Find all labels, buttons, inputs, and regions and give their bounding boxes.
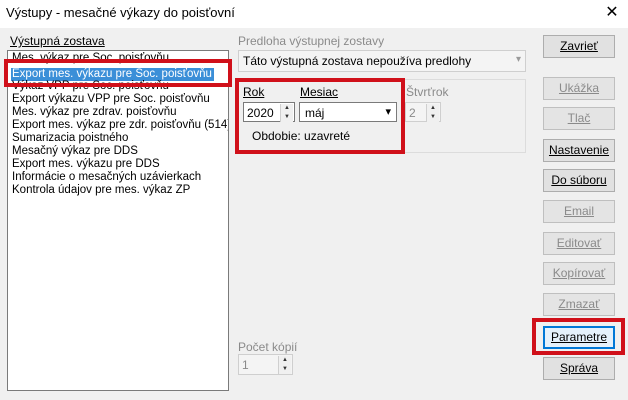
year-label-text: Rok — [243, 85, 265, 99]
report-listbox[interactable]: Mes. výkaz pre Soc. poisťovňu Export mes… — [7, 50, 229, 391]
report-list-label: Výstupná zostava — [10, 34, 105, 48]
spin-up-icon: ▲ — [430, 105, 436, 111]
copies-value: 1 — [242, 358, 249, 372]
spin-up-icon[interactable]: ▲ — [281, 104, 293, 113]
list-item[interactable]: Kontrola údajov pre mes. výkaz ZP — [12, 184, 190, 197]
delete-button: Zmazať — [543, 293, 615, 316]
manage-button[interactable]: Správa — [543, 357, 615, 380]
edit-button: Editovať — [543, 232, 615, 255]
print-button-label: Tlač — [567, 111, 591, 125]
month-label-text: Mesiac — [300, 85, 339, 99]
email-button: Email — [543, 200, 615, 223]
close-button[interactable]: Zavrieť — [543, 35, 615, 58]
manage-button-label: Správa — [559, 361, 599, 375]
quarter-value: 2 — [409, 106, 416, 120]
print-button: Tlač — [543, 107, 615, 130]
preview-button-label: Ukážka — [558, 81, 599, 95]
list-item[interactable]: Mes. výkaz pre zdrav. poisťovňu — [12, 106, 177, 119]
year-value: 2020 — [247, 106, 274, 120]
quarter-label: Štvrťrok — [406, 85, 449, 99]
month-label: Mesiac — [300, 85, 338, 99]
chevron-down-icon: ▾ — [515, 54, 521, 65]
to-file-button[interactable]: Do súboru — [543, 169, 615, 192]
list-item[interactable]: Export mes. výkaz pre zdr. poisťovňu (51… — [12, 119, 228, 132]
settings-button[interactable]: Nastavenie — [543, 139, 615, 162]
year-stepper[interactable]: 2020 ▲ ▼ — [243, 102, 295, 122]
period-status: Obdobie: uzavreté — [252, 129, 351, 143]
list-item[interactable]: Mes. výkaz pre Soc. poisťovňu — [12, 52, 169, 65]
copies-stepper: 1 ▲ ▼ — [238, 354, 293, 375]
parameters-button[interactable]: Parametre — [543, 326, 615, 349]
month-select[interactable]: máj ▾ — [299, 102, 397, 122]
report-list-label-text: Výstupná zostava — [10, 34, 105, 48]
list-item[interactable]: Mesačný výkaz pre DDS — [12, 145, 138, 158]
list-item[interactable]: Informácie o mesačných uzávierkach — [12, 171, 201, 184]
copies-spin-buttons: ▲ ▼ — [278, 356, 291, 374]
parameters-button-label: Parametre — [550, 330, 608, 344]
template-value: Táto výstupná zostava nepoužíva predlohy — [243, 54, 472, 68]
copy-button: Kopírovať — [543, 262, 615, 285]
chevron-down-icon[interactable]: ▾ — [385, 105, 391, 118]
list-item[interactable]: Sumarizacia poistného — [12, 132, 128, 145]
template-label: Predloha výstupnej zostavy — [238, 34, 385, 48]
to-file-button-label: Do súboru — [551, 173, 607, 187]
copy-button-label: Kopírovať — [552, 266, 606, 280]
delete-button-label: Zmazať — [558, 297, 600, 311]
template-select: Táto výstupná zostava nepoužíva predlohy… — [238, 50, 526, 72]
month-value: máj — [305, 106, 325, 120]
edit-button-label: Editovať — [556, 236, 602, 250]
preview-button: Ukážka — [543, 77, 615, 100]
list-item[interactable]: Export výkazu VPP pre Soc. poisťovňu — [12, 93, 210, 106]
settings-button-label: Nastavenie — [548, 143, 610, 157]
year-label: Rok — [243, 85, 264, 99]
quarter-stepper: 2 ▲ ▼ — [405, 102, 441, 122]
close-icon[interactable]: ✕ — [598, 2, 626, 26]
quarter-spin-buttons: ▲ ▼ — [426, 104, 439, 122]
spin-up-icon: ▲ — [282, 357, 288, 363]
spin-down-icon: ▼ — [430, 114, 436, 120]
copies-label: Počet kópií — [238, 340, 298, 354]
email-button-label: Email — [563, 204, 594, 218]
list-item[interactable]: Výkaz VPP pre Soc. poisťovňu — [12, 80, 169, 93]
close-button-label: Zavrieť — [560, 39, 598, 53]
spin-down-icon[interactable]: ▼ — [281, 113, 293, 122]
spin-down-icon: ▼ — [282, 366, 288, 372]
list-item[interactable]: Export mes. výkazu pre DDS — [12, 158, 160, 171]
year-spin-buttons[interactable]: ▲ ▼ — [280, 104, 293, 122]
window-title: Výstupy - mesačné výkazy do poisťovní — [6, 5, 235, 20]
